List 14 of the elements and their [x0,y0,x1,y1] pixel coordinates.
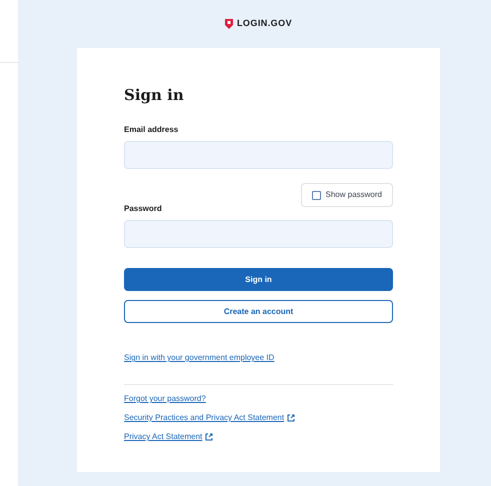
create-account-button[interactable]: Create an account [124,300,393,323]
show-password-checkbox[interactable]: Show password [300,183,393,207]
forgot-password-link[interactable]: Forgot your password? [124,393,206,405]
email-label: Email address [124,124,180,136]
sign-in-button[interactable]: Sign in [124,268,393,291]
piv-sign-in-link[interactable]: Sign in with your government employee ID [124,353,274,362]
external-link[interactable]: Security Practices and Privacy Act Statement [124,412,284,424]
email-field[interactable] [124,141,393,169]
password-label: Password [124,203,163,215]
page-heading: Sign in [124,85,185,106]
password-field[interactable] [124,220,393,248]
external-link[interactable]: Privacy Act Statement [124,431,202,443]
brand-logo-text: LOGIN.GOV [236,17,292,30]
shield-icon [224,19,233,29]
